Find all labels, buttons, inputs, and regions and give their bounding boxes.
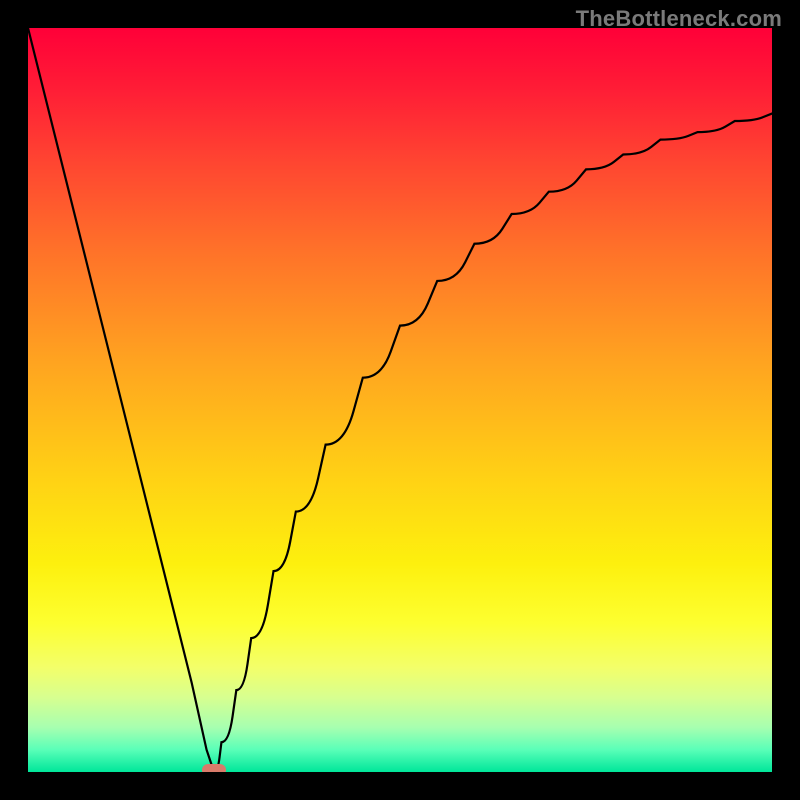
- vertex-marker: [202, 764, 226, 772]
- curve-layer: [28, 28, 772, 772]
- left-branch-line: [28, 28, 214, 772]
- plot-area: [28, 28, 772, 772]
- watermark-text: TheBottleneck.com: [576, 6, 782, 32]
- chart-frame: TheBottleneck.com: [0, 0, 800, 800]
- right-branch-line: [214, 114, 772, 772]
